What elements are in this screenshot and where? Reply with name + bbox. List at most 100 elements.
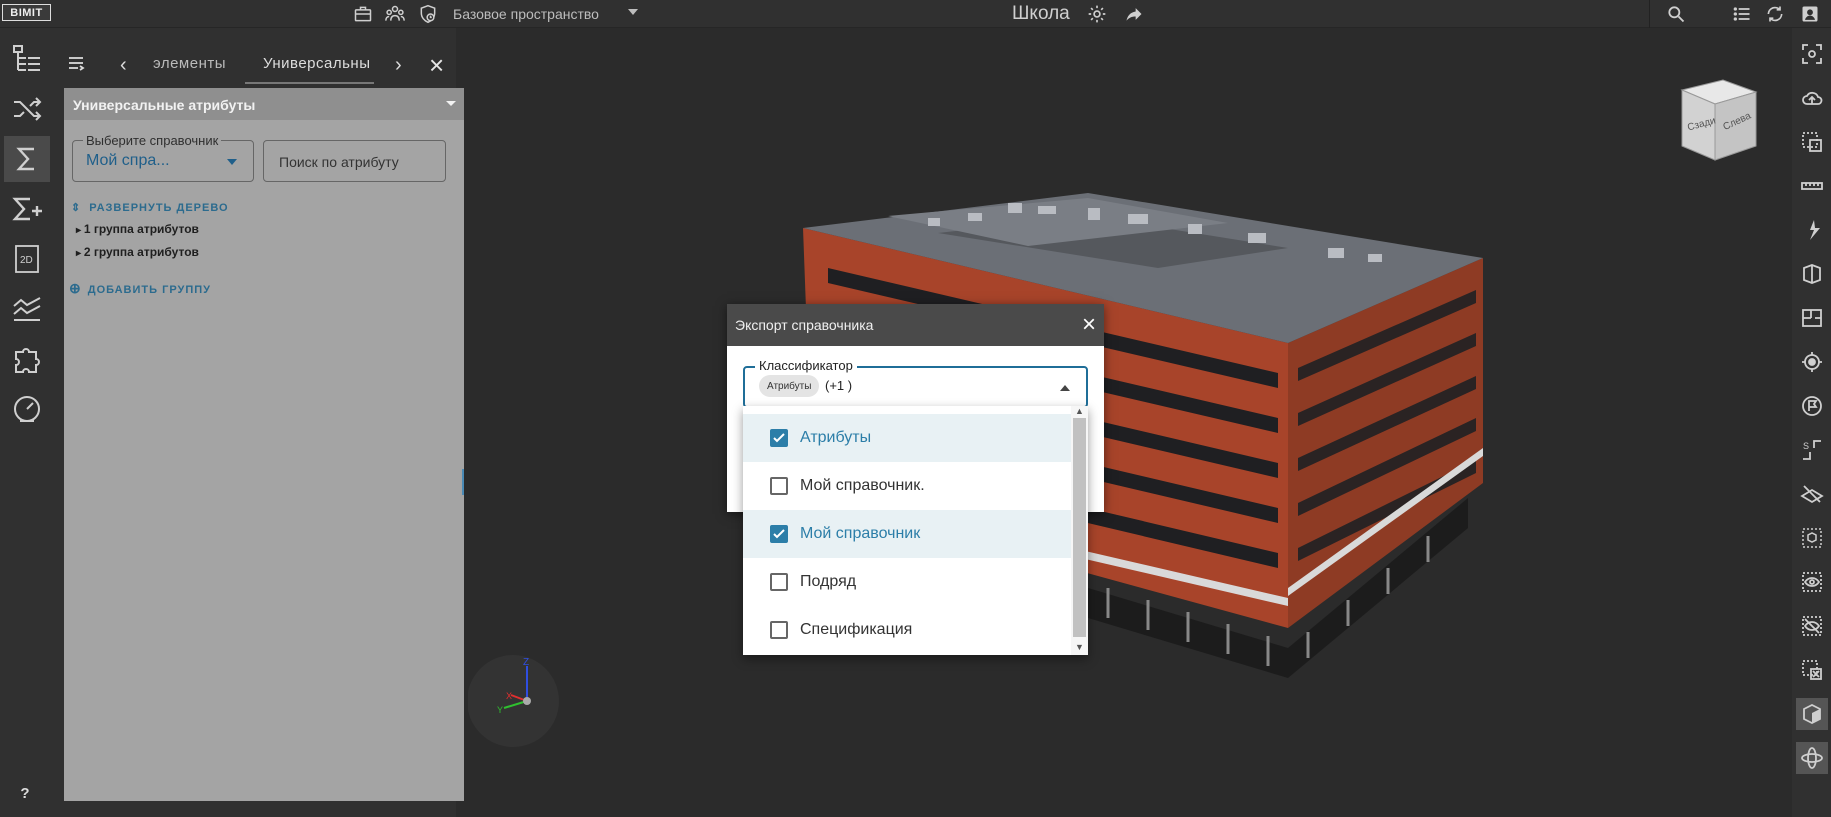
flag-icon[interactable]	[1796, 390, 1828, 422]
panel-body: Универсальные атрибуты Выберите справочн…	[64, 88, 464, 801]
share-icon[interactable]	[1123, 3, 1145, 25]
checkbox-checked-icon[interactable]	[770, 429, 788, 447]
chart-lines-icon[interactable]	[4, 286, 50, 332]
checkbox-checked-icon[interactable]	[770, 525, 788, 543]
tree-item[interactable]: 2 группа атрибутов	[76, 245, 199, 259]
selected-chip[interactable]: Атрибуты	[759, 375, 820, 397]
classifier-select[interactable]: Классификатор Атрибуты (+1 )	[743, 358, 1088, 408]
panel-resize-handle[interactable]	[462, 469, 464, 495]
tree-item[interactable]: 1 группа атрибутов	[76, 222, 199, 236]
box-view-icon[interactable]	[1796, 698, 1828, 730]
shield-clock-icon[interactable]	[417, 3, 439, 25]
scroll-down-icon[interactable]: ▼	[1075, 642, 1084, 652]
expand-icon: ⇕	[71, 202, 82, 214]
top-separator	[1649, 0, 1650, 28]
user-icon[interactable]	[1799, 3, 1821, 25]
shuffle-icon[interactable]	[4, 86, 50, 132]
focus-icon[interactable]	[1796, 38, 1828, 70]
axis-y-label: Y	[497, 705, 503, 715]
cloud-upload-icon[interactable]	[1796, 82, 1828, 114]
cut-plane-icon[interactable]	[1796, 478, 1828, 510]
axis-z-label: Z	[523, 657, 529, 668]
close-icon[interactable]: ×	[1082, 311, 1096, 339]
ruler-icon[interactable]	[1796, 170, 1828, 202]
chevron-down-icon[interactable]	[628, 9, 638, 15]
dropdown-option[interactable]: Мой справочник.	[743, 462, 1071, 510]
left-tool-rail: 2D ?	[0, 28, 54, 817]
sigma-icon[interactable]	[4, 136, 50, 182]
app-logo[interactable]: BIMIT	[2, 4, 51, 21]
3d-viewer[interactable]: Сзади Слева Z X Y	[468, 28, 1792, 817]
svg-text:S: S	[1803, 441, 1809, 451]
tab-next-icon[interactable]: ›	[395, 54, 402, 77]
reference-select-label: Выберите справочник	[83, 133, 222, 148]
checkbox-icon[interactable]	[770, 477, 788, 495]
tree-structure-icon[interactable]	[4, 36, 50, 82]
select-box-icon[interactable]	[1796, 126, 1828, 158]
target-icon[interactable]	[1796, 346, 1828, 378]
scroll-up-icon[interactable]: ▲	[1075, 406, 1084, 416]
checkbox-icon[interactable]	[770, 621, 788, 639]
right-tool-rail: S	[1792, 28, 1831, 817]
more-count: (+1 )	[825, 378, 853, 393]
menu-icon[interactable]	[67, 54, 85, 77]
project-title: Школа	[1012, 3, 1070, 24]
axis-x-label: X	[506, 691, 512, 701]
tab-universal[interactable]: Универсальны	[263, 55, 375, 72]
help-icon[interactable]: ?	[14, 782, 36, 804]
search-icon[interactable]	[1665, 3, 1687, 25]
dropdown-option[interactable]: Спецификация	[743, 606, 1071, 654]
dropdown-scrollbar[interactable]: ▲ ▼	[1071, 406, 1088, 655]
dialog-title: Экспорт справочника	[735, 317, 874, 333]
chevron-up-icon[interactable]	[1060, 385, 1070, 391]
sigma-plus-icon[interactable]	[4, 186, 50, 232]
section-title: Универсальные атрибуты	[73, 97, 256, 113]
orbit-icon[interactable]	[1796, 742, 1828, 774]
attributes-panel: ‹ элементы Универсальны › × Универсальны…	[54, 28, 464, 817]
scale-icon[interactable]: S	[1796, 434, 1828, 466]
section-header[interactable]: Универсальные атрибуты	[64, 88, 464, 120]
cube-dashed-icon[interactable]	[1796, 522, 1828, 554]
classifier-label: Классификатор	[755, 358, 857, 373]
team-icon[interactable]	[384, 3, 406, 25]
puzzle-icon[interactable]	[4, 336, 50, 382]
2d-drawing-icon[interactable]: 2D	[4, 236, 50, 282]
list-icon[interactable]	[1731, 3, 1753, 25]
eye-off-icon[interactable]	[1796, 610, 1828, 642]
axis-gizmo: Z X Y	[468, 655, 559, 747]
floor-plan-icon[interactable]	[1796, 302, 1828, 334]
dropdown-option[interactable]: Подряд	[743, 558, 1071, 606]
close-icon[interactable]: ×	[429, 50, 444, 81]
gauge-icon[interactable]	[4, 386, 50, 432]
dropdown-option[interactable]: Атрибуты	[743, 414, 1071, 462]
dropdown-option[interactable]: Мой справочник	[743, 510, 1071, 558]
tab-elements[interactable]: элементы	[153, 55, 253, 72]
reference-select-value: Мой спра...	[86, 152, 170, 169]
reference-select[interactable]: Выберите справочник Мой спра...	[72, 133, 254, 182]
tab-prev-icon[interactable]: ‹	[120, 54, 127, 77]
eye-icon[interactable]	[1796, 566, 1828, 598]
section-box-icon[interactable]	[1796, 258, 1828, 290]
chevron-down-icon[interactable]	[446, 101, 456, 106]
attribute-search-input[interactable]: Поиск по атрибуту	[263, 140, 446, 182]
chevron-down-icon[interactable]	[227, 159, 237, 165]
search-placeholder: Поиск по атрибуту	[279, 154, 399, 170]
isolate-close-icon[interactable]	[1796, 654, 1828, 686]
classifier-dropdown: Атрибуты Мой справочник. Мой справочник …	[743, 406, 1088, 655]
dialog-header: Экспорт справочника ×	[727, 304, 1104, 346]
building-model[interactable]: Сзади Слева Z X Y	[468, 28, 1792, 817]
briefcase-icon[interactable]	[352, 3, 374, 25]
gear-icon[interactable]	[1086, 3, 1108, 25]
panel-header: ‹ элементы Универсальны › ×	[54, 28, 456, 86]
scrollbar-thumb[interactable]	[1073, 418, 1086, 637]
expand-tree-button[interactable]: ⇕ РАЗВЕРНУТЬ ДЕРЕВО	[71, 201, 229, 214]
add-group-button[interactable]: ⊕ ДОБАВИТЬ ГРУППУ	[69, 280, 211, 297]
view-cube[interactable]: Сзади Слева	[1680, 79, 1758, 161]
space-selector[interactable]: Базовое пространство	[453, 6, 599, 22]
top-bar: BIMIT Базовое пространство Школа	[0, 0, 1831, 28]
svg-text:2D: 2D	[20, 255, 33, 266]
sync-icon[interactable]	[1764, 3, 1786, 25]
section-plane-icon[interactable]	[1796, 214, 1828, 246]
tab-underline	[245, 82, 374, 84]
checkbox-icon[interactable]	[770, 573, 788, 591]
